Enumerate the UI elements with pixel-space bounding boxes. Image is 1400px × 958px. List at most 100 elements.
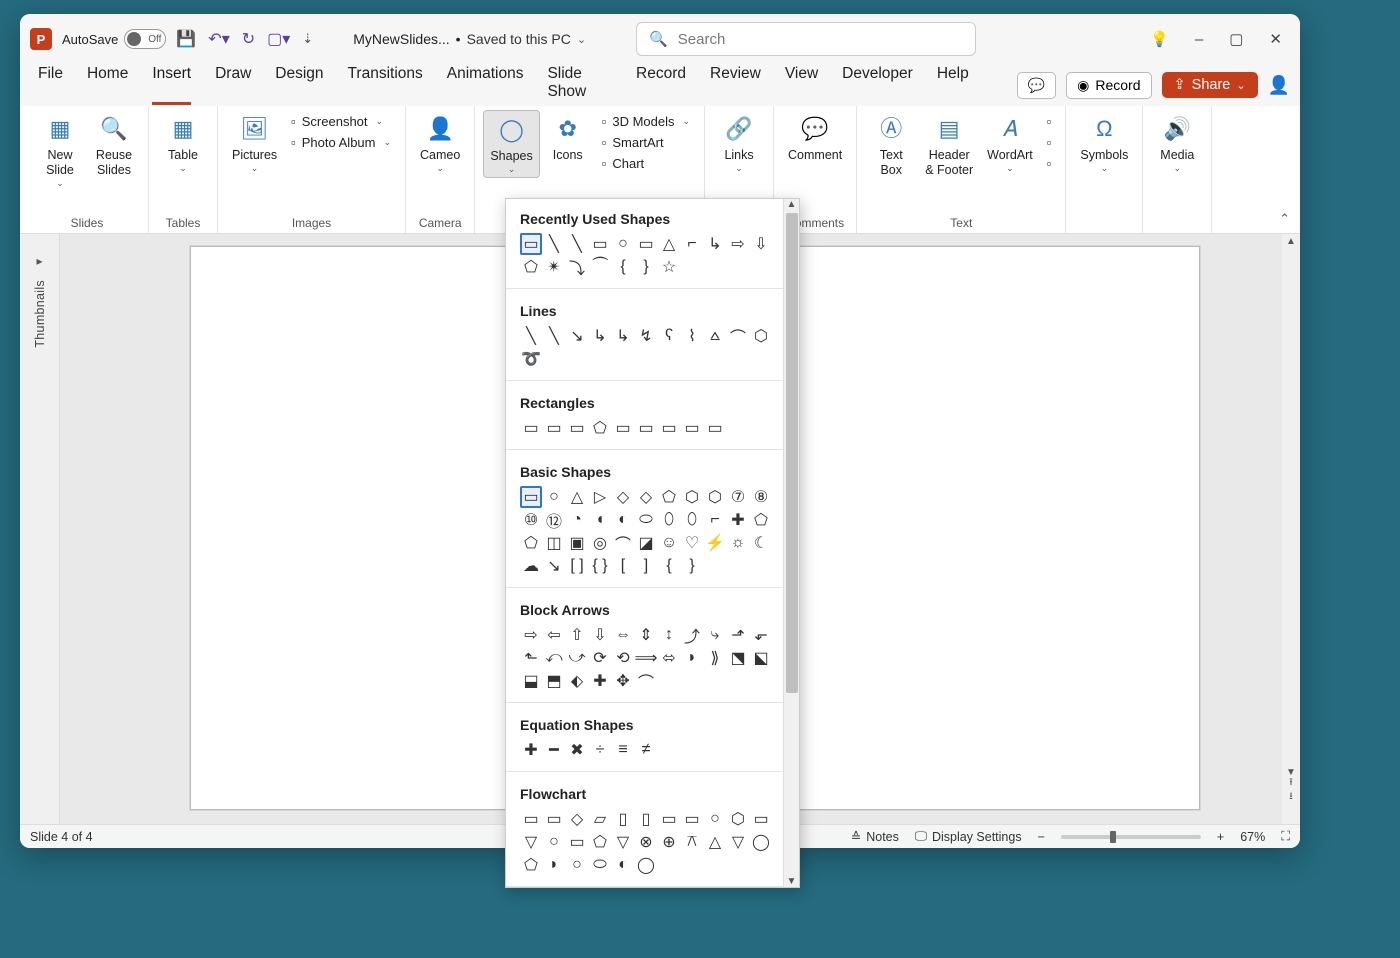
shape-item[interactable]: ⊗ (635, 831, 657, 853)
shape-item[interactable]: ⬓ (520, 670, 542, 692)
shape-item[interactable]: ⤻ (566, 647, 588, 669)
shape-item[interactable]: ⇩ (750, 233, 772, 255)
shape-item[interactable]: ⏜ (589, 256, 611, 278)
shape-item[interactable]: ⤷ (704, 624, 726, 646)
shape-item[interactable]: ⬄ (658, 647, 680, 669)
zoom-percent[interactable]: 67% (1240, 830, 1265, 844)
vertical-scrollbar[interactable]: ▲ ▼ ⭱ ⭳ (1282, 234, 1300, 824)
tab-slide-show[interactable]: Slide Show (547, 65, 612, 105)
tab-draw[interactable]: Draw (215, 65, 251, 105)
shape-item[interactable]: ▭ (520, 808, 542, 830)
search-input[interactable]: 🔍 Search (636, 22, 976, 56)
shape-item[interactable]: ◗ (543, 854, 565, 876)
shape-item[interactable]: ⇩ (589, 624, 611, 646)
shape-item[interactable]: ▭ (566, 831, 588, 853)
shape-item[interactable]: ✚ (589, 670, 611, 692)
shape-item[interactable]: ⟳ (589, 647, 611, 669)
shape-item[interactable]: △ (658, 233, 680, 255)
shape-item[interactable]: ▭ (750, 808, 772, 830)
expand-thumbnails-icon[interactable]: ▸ (36, 254, 42, 268)
shape-item[interactable]: ◐ (612, 509, 634, 531)
shape-item[interactable]: △ (704, 831, 726, 853)
shape-item[interactable]: ↕ (658, 624, 680, 646)
shape-item[interactable]: [ ] (566, 555, 588, 577)
shape-item[interactable]: ▭ (658, 417, 680, 439)
scroll-up-icon[interactable]: ▲ (1282, 236, 1300, 247)
shape-item[interactable]: ⤴ (681, 624, 703, 646)
shape-item[interactable]: ▭ (681, 417, 703, 439)
shape-item[interactable]: ♡ (681, 532, 703, 554)
shape-item[interactable]: ◎ (589, 532, 611, 554)
shape-item[interactable]: ◫ (543, 532, 565, 554)
chart-button[interactable]: ▫Chart (596, 154, 696, 173)
shape-item[interactable]: ⬐ (750, 624, 772, 646)
shape-item[interactable]: ✖ (566, 739, 588, 761)
scrollbar-thumb[interactable] (786, 213, 798, 693)
shape-item[interactable]: ☺ (658, 532, 680, 554)
pictures-button[interactable]: 🖼Pictures⌄ (226, 110, 283, 176)
smartart-button[interactable]: ▫SmartArt (596, 133, 696, 152)
shape-item[interactable]: ▭ (520, 417, 542, 439)
close-button[interactable]: ✕ (1269, 30, 1282, 48)
shape-item[interactable]: ⬠ (520, 256, 542, 278)
shape-item[interactable]: ⬔ (727, 647, 749, 669)
tab-insert[interactable]: Insert (152, 65, 191, 105)
notes-button[interactable]: ≙Notes (851, 829, 899, 844)
shape-item[interactable]: ╲ (543, 233, 565, 255)
shape-item[interactable]: ⌇ (681, 325, 703, 347)
shape-item[interactable]: ○ (566, 854, 588, 876)
shape-item[interactable]: ʕ (658, 325, 680, 347)
shape-item[interactable]: ⟹ (635, 647, 657, 669)
shape-item[interactable]: ▯ (612, 808, 634, 830)
shape-item[interactable]: ▭ (543, 808, 565, 830)
shape-item[interactable]: ⟫ (704, 647, 726, 669)
shape-item[interactable]: ⬠ (589, 417, 611, 439)
shape-item[interactable]: ↳ (612, 325, 634, 347)
zoom-slider-knob[interactable] (1110, 831, 1116, 843)
shape-item[interactable]: ⑫ (543, 509, 565, 531)
slide-counter[interactable]: Slide 4 of 4 (30, 830, 93, 844)
shape-item[interactable]: ⬠ (520, 532, 542, 554)
shape-item[interactable]: ▣ (566, 532, 588, 554)
shape-item[interactable]: ⇨ (520, 624, 542, 646)
shape-item[interactable]: } (681, 555, 703, 577)
shape-item[interactable]: ◔ (566, 509, 588, 531)
shape-item[interactable]: ⊕ (658, 831, 680, 853)
shape-item[interactable]: ↳ (704, 233, 726, 255)
shape-item[interactable]: ⬠ (750, 509, 772, 531)
shape-item[interactable]: ⌒ (635, 670, 657, 692)
shape-item[interactable]: ☆ (658, 256, 680, 278)
shape-item[interactable]: ▽ (612, 831, 634, 853)
qat-overflow-icon[interactable]: ⇣ (302, 31, 313, 47)
tab-help[interactable]: Help (937, 65, 969, 105)
account-icon[interactable]: 👤 (1268, 75, 1290, 96)
shape-item[interactable]: ⬖ (566, 670, 588, 692)
shape-item[interactable]: ⌒ (612, 532, 634, 554)
shape-item[interactable]: ▭ (520, 233, 542, 255)
shape-item[interactable]: ⤺ (543, 647, 565, 669)
links-button[interactable]: 🔗Links⌄ (713, 110, 765, 176)
shape-item[interactable]: ▯ (635, 808, 657, 830)
shape-item[interactable]: ⇔ (612, 624, 634, 646)
tab-transitions[interactable]: Transitions (348, 65, 423, 105)
shape-item[interactable]: ⚻ (681, 831, 703, 853)
shape-item[interactable]: ⬠ (589, 831, 611, 853)
shape-item[interactable]: ⬯ (681, 509, 703, 531)
shape-item[interactable]: ◪ (635, 532, 657, 554)
shape-item[interactable]: ◯ (750, 831, 772, 853)
shape-item[interactable]: ⌒ (727, 325, 749, 347)
shape-item[interactable]: ≠ (635, 739, 657, 761)
tab-home[interactable]: Home (87, 65, 128, 105)
tab-animations[interactable]: Animations (447, 65, 524, 105)
shape-item[interactable]: ▭ (612, 417, 634, 439)
shape-item[interactable]: ⬭ (635, 509, 657, 531)
text-extra-button-1[interactable]: ▫ (1041, 133, 1058, 152)
tab-view[interactable]: View (785, 65, 818, 105)
icons-button[interactable]: ✿Icons (542, 110, 594, 165)
shape-item[interactable]: ○ (612, 233, 634, 255)
shape-item[interactable]: { } (589, 555, 611, 577)
shape-item[interactable]: ⩟ (704, 325, 726, 347)
shape-item[interactable]: ▭ (681, 808, 703, 830)
shape-item[interactable]: ▷ (589, 486, 611, 508)
shape-item[interactable]: ÷ (589, 739, 611, 761)
